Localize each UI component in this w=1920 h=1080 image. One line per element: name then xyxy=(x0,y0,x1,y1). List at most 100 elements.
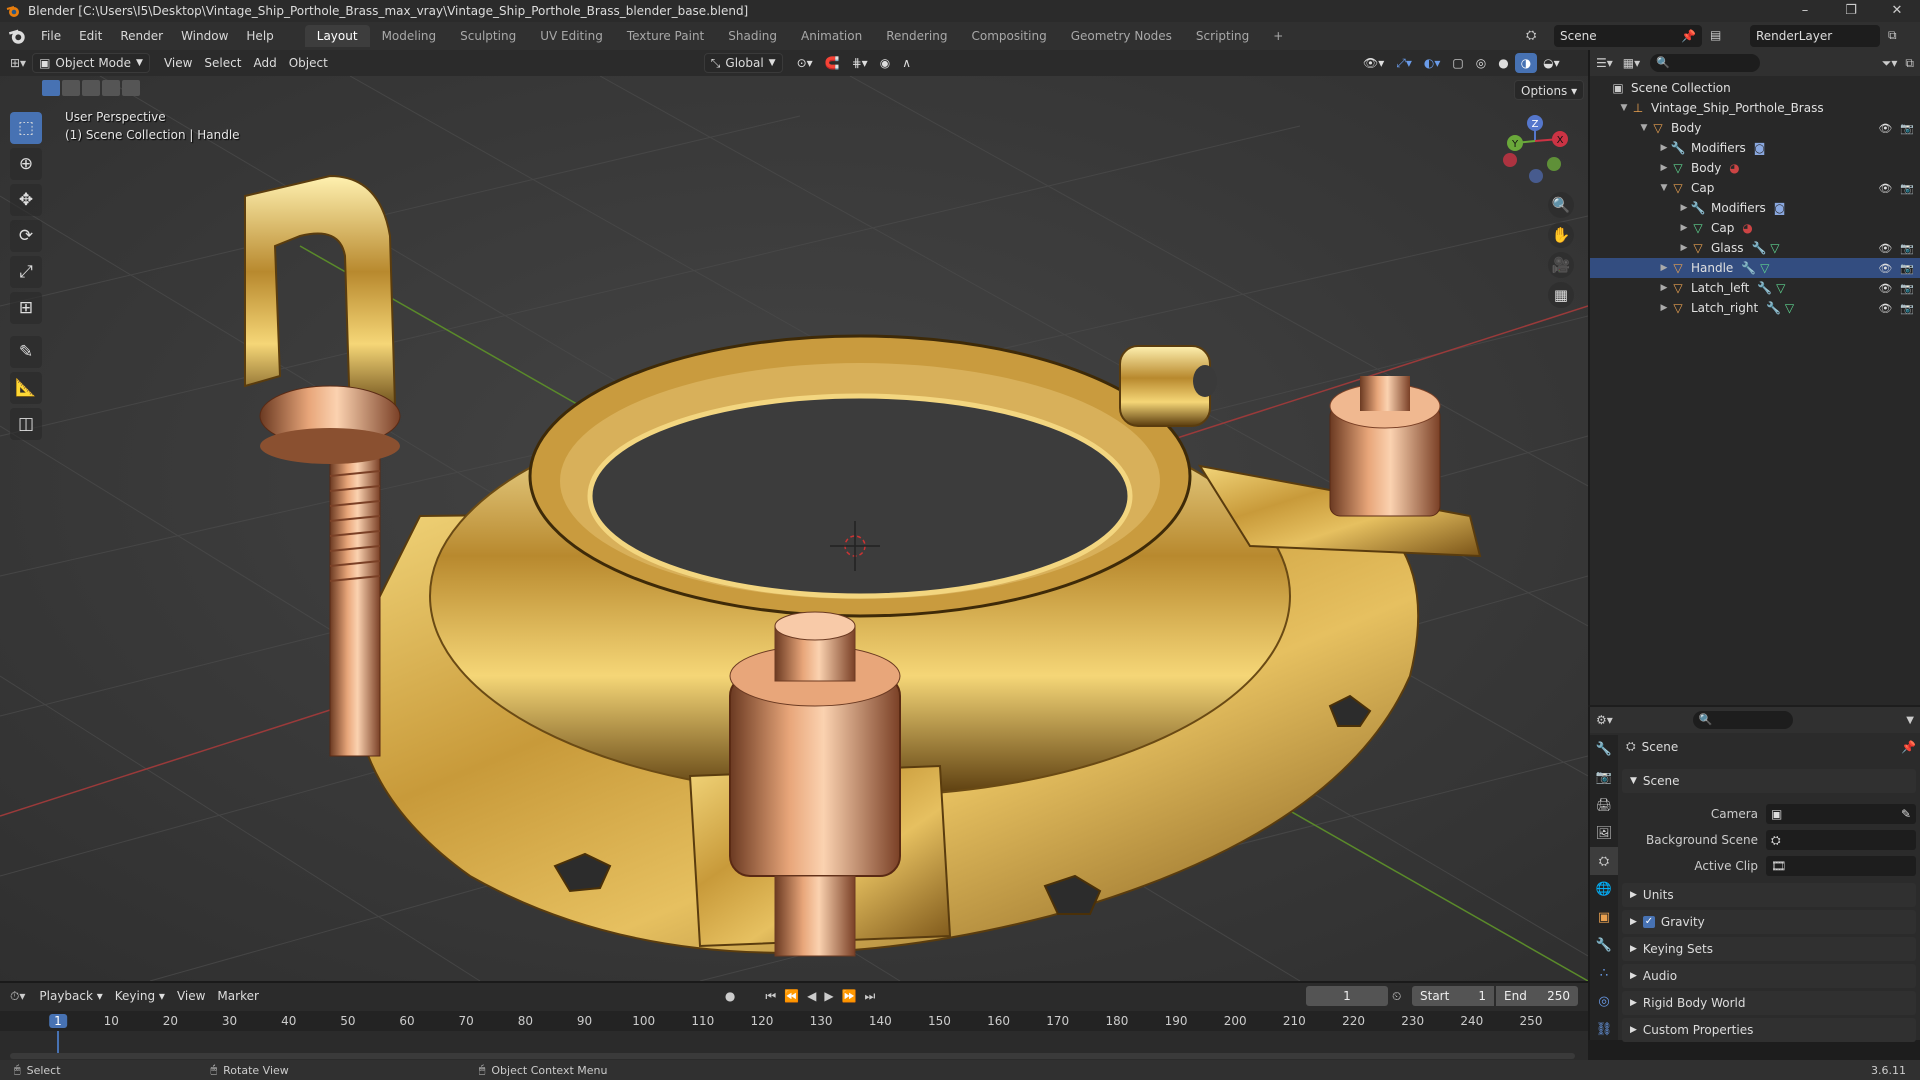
physics-tab-icon[interactable]: ◎ xyxy=(1590,987,1618,1015)
outliner-item[interactable]: ▶ ▽ Body ◕ xyxy=(1590,158,1920,178)
camera-view-icon[interactable]: 🎥 xyxy=(1548,252,1574,278)
view-layer-selector[interactable]: RenderLayer xyxy=(1750,25,1880,47)
editor-type-icon[interactable]: ⊞▾ xyxy=(10,56,26,70)
properties-editor-icon[interactable]: ⚙▾ xyxy=(1596,713,1613,727)
menu-file[interactable]: File xyxy=(32,22,70,50)
frame-ruler[interactable]: 1 10 20 30 40 50 60 70 80 90 100 110 120 130 140 150 160… xyxy=(0,1011,1588,1031)
scene-tab-icon[interactable]: ⛭ xyxy=(1590,847,1618,875)
render-camera-icon[interactable]: 📷 xyxy=(1900,262,1914,275)
record-icon[interactable]: ● xyxy=(725,989,735,1003)
pin-icon[interactable]: 📌 xyxy=(1681,29,1696,43)
render-tab-icon[interactable]: 📷 xyxy=(1590,763,1618,791)
visibility-toggles[interactable]: 👁 📷 xyxy=(1878,302,1914,315)
playback-controls[interactable]: ⏮⏪◀▶⏩⏭ xyxy=(765,989,883,1004)
zoom-icon[interactable]: 🔍 xyxy=(1548,192,1574,218)
select-subtract-icon[interactable] xyxy=(82,80,100,96)
solid-shading-icon[interactable]: ● xyxy=(1492,53,1514,73)
options-dropdown[interactable]: Options ▾ xyxy=(1514,80,1585,100)
outliner-item[interactable]: ▼ ▽ Body 👁 📷 xyxy=(1590,118,1920,138)
menu-select[interactable]: Select xyxy=(198,53,247,73)
eye-icon[interactable]: 👁 xyxy=(1878,302,1892,315)
chevron-right-icon[interactable]: ▶ xyxy=(1678,203,1690,213)
tab-geometry-nodes[interactable]: Geometry Nodes xyxy=(1059,25,1184,47)
chevron-right-icon[interactable]: ▶ xyxy=(1658,283,1670,293)
select-invert-icon[interactable] xyxy=(102,80,120,96)
outliner-item[interactable]: ▶ ▽ Latch_left 🔧 ▽ 👁 📷 xyxy=(1590,278,1920,298)
subpanel-header[interactable]: ▶ Audio xyxy=(1622,964,1916,988)
pan-hand-icon[interactable]: ✋ xyxy=(1548,222,1574,248)
move-tool-icon[interactable]: ✥ xyxy=(10,184,42,216)
chevron-right-icon[interactable]: ▶ xyxy=(1678,223,1690,233)
eyedropper-icon[interactable]: ✎ xyxy=(1901,807,1911,821)
outliner-item[interactable]: ▶ 🔧 Modifiers ◙ xyxy=(1590,138,1920,158)
property-value-field[interactable]: 🎞 xyxy=(1766,856,1916,876)
visibility-toggles[interactable]: 👁 📷 xyxy=(1878,262,1914,275)
preview-range-icon[interactable]: ⏲ xyxy=(1392,989,1401,1004)
maximize-button[interactable]: ❐ xyxy=(1828,0,1874,22)
tool-tab-icon[interactable]: 🔧 xyxy=(1590,735,1618,763)
scene-panel-header[interactable]: ▼ Scene xyxy=(1622,769,1916,793)
menu-playback[interactable]: Playback ▾ xyxy=(33,986,108,1006)
eye-icon[interactable]: 👁 xyxy=(1878,242,1892,255)
tab-texture-paint[interactable]: Texture Paint xyxy=(615,25,716,47)
transform-tool-icon[interactable]: ⊞ xyxy=(10,292,42,324)
chevron-right-icon[interactable]: ▶ xyxy=(1658,163,1670,173)
outliner-item[interactable]: ▶ 🔧 Modifiers ◙ xyxy=(1590,198,1920,218)
visibility-toggles[interactable]: 👁 📷 xyxy=(1878,282,1914,295)
particles-tab-icon[interactable]: ∴ xyxy=(1590,959,1618,987)
add-workspace-button[interactable]: + xyxy=(1261,25,1295,47)
proportional-edit-icon[interactable]: ◉ xyxy=(874,53,896,73)
close-button[interactable]: ✕ xyxy=(1874,0,1920,22)
visibility-toggles[interactable]: 👁 📷 xyxy=(1878,242,1914,255)
view-layer-icon[interactable]: ▤ xyxy=(1710,28,1721,42)
world-tab-icon[interactable]: 🌐 xyxy=(1590,875,1618,903)
scene-selector[interactable]: Scene 📌 xyxy=(1554,25,1702,47)
menu-view[interactable]: View xyxy=(158,53,198,73)
eye-icon[interactable]: 👁 xyxy=(1878,122,1892,135)
chevron-down-icon[interactable]: ▼ xyxy=(1638,123,1650,133)
mode-dropdown[interactable]: ▣ Object Mode ▼ xyxy=(32,53,150,73)
visibility-icon[interactable]: 👁▾ xyxy=(1357,53,1390,73)
menu-marker[interactable]: Marker xyxy=(211,986,264,1006)
tab-uv-editing[interactable]: UV Editing xyxy=(528,25,615,47)
eye-icon[interactable]: 👁 xyxy=(1878,182,1892,195)
measure-tool-icon[interactable]: 📐 xyxy=(10,372,42,404)
eye-icon[interactable]: 👁 xyxy=(1878,282,1892,295)
chevron-right-icon[interactable]: ▶ xyxy=(1658,263,1670,273)
tab-shading[interactable]: Shading xyxy=(716,25,789,47)
ortho-grid-icon[interactable]: ▦ xyxy=(1548,282,1574,308)
rotate-tool-icon[interactable]: ⟳ xyxy=(10,220,42,252)
outliner-item[interactable]: ▶ ▽ Latch_right 🔧 ▽ 👁 📷 xyxy=(1590,298,1920,318)
menu-render[interactable]: Render xyxy=(111,22,172,50)
constraints-tab-icon[interactable]: ⛓ xyxy=(1590,1015,1618,1043)
blender-menu-icon[interactable] xyxy=(8,27,26,45)
orientation-dropdown[interactable]: ⤡ Global ▼ xyxy=(703,53,783,73)
chevron-right-icon[interactable]: ▶ xyxy=(1678,243,1690,253)
snap-icon[interactable]: 🧲 xyxy=(819,53,846,73)
select-box-tool-icon[interactable]: ⬚ xyxy=(10,112,42,144)
subpanel-header[interactable]: ▶ ✓ Gravity xyxy=(1622,910,1916,934)
properties-search-input[interactable]: 🔍 xyxy=(1692,711,1793,729)
menu-help[interactable]: Help xyxy=(237,22,282,50)
property-value-field[interactable]: ▣ ✎ xyxy=(1766,804,1916,824)
pin-icon[interactable]: 📌 xyxy=(1901,740,1916,754)
wireframe-shading-icon[interactable]: ◎ xyxy=(1470,53,1492,73)
object-tab-icon[interactable]: ▣ xyxy=(1590,903,1618,931)
select-extend-icon[interactable] xyxy=(62,80,80,96)
timeline-scrollbar[interactable] xyxy=(10,1053,1575,1059)
outliner-item[interactable]: ▶ ▽ Handle 🔧 ▽ 👁 📷 xyxy=(1590,258,1920,278)
minimize-button[interactable]: – xyxy=(1782,0,1828,22)
annotate-tool-icon[interactable]: ✎ xyxy=(10,336,42,368)
render-camera-icon[interactable]: 📷 xyxy=(1900,122,1914,135)
scale-tool-icon[interactable]: ⤢ xyxy=(10,256,42,288)
modifier-tab-icon[interactable]: 🔧 xyxy=(1590,931,1618,959)
menu-edit[interactable]: Edit xyxy=(70,22,111,50)
falloff-icon[interactable]: ∧ xyxy=(896,53,917,73)
tab-layout[interactable]: Layout xyxy=(304,25,370,47)
gravity-checkbox[interactable]: ✓ xyxy=(1642,916,1655,928)
current-frame-field[interactable]: 1 xyxy=(1306,986,1388,1006)
view-layer-add-icon[interactable]: ⧉ xyxy=(1888,28,1897,43)
gizmo-toggle-icon[interactable]: ⤢▾ xyxy=(1390,53,1418,73)
menu-timeline-view[interactable]: View xyxy=(171,986,211,1006)
start-frame-field[interactable]: Start 1 xyxy=(1412,986,1494,1006)
